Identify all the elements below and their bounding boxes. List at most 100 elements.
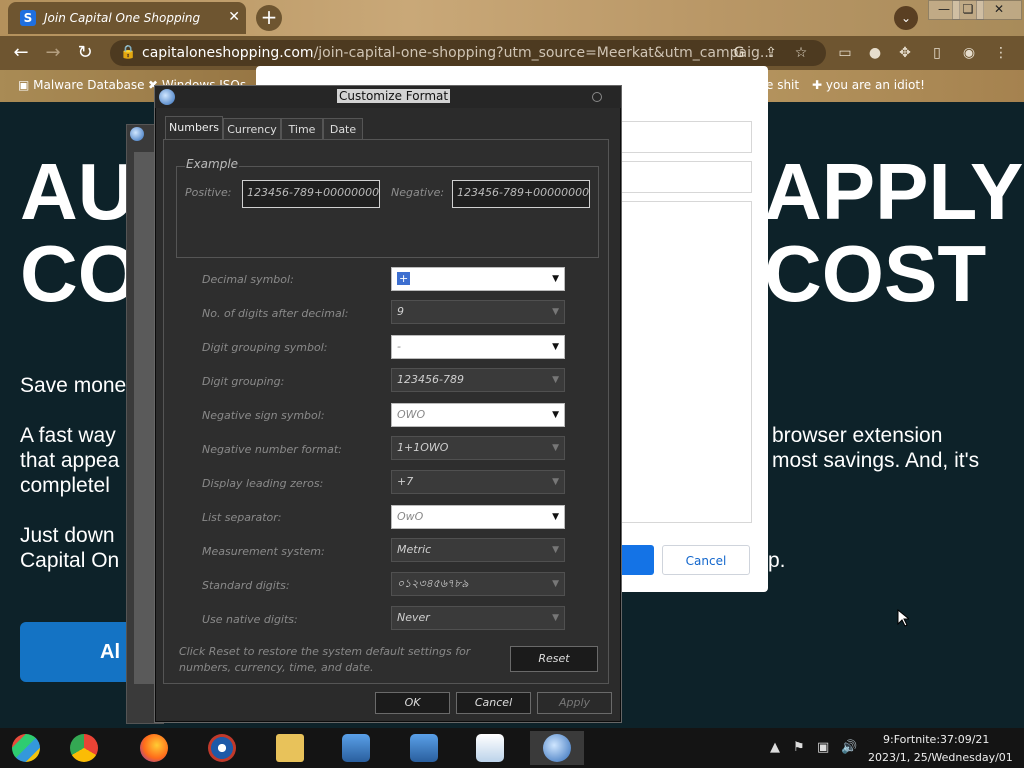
digit-grouping-label: Digit grouping:: [202, 375, 285, 388]
digit-grouping-combo[interactable]: 123456-789 ▼: [391, 368, 565, 392]
modal-field-1[interactable]: [620, 121, 752, 153]
standard-digits-label: Standard digits:: [202, 579, 290, 592]
tab-time[interactable]: Time: [281, 118, 323, 140]
negative-number-format-combo[interactable]: 1+1OWO ▼: [391, 436, 565, 460]
negative-label: Negative:: [391, 186, 445, 199]
bookmark-malware-database[interactable]: ▣ Malware Database: [18, 78, 145, 92]
puzzle-icon[interactable]: ✥: [894, 42, 916, 64]
text-browser-extension: browser extension: [772, 424, 943, 447]
mouse-cursor-icon: [897, 609, 909, 627]
obama-icon[interactable]: [202, 731, 242, 765]
cancel-button[interactable]: Cancel: [456, 692, 531, 714]
tab-currency[interactable]: Currency: [223, 118, 281, 140]
measurement-system-combo[interactable]: Metric ▼: [391, 538, 565, 562]
google-icon[interactable]: G: [728, 42, 750, 64]
list-separator-combo[interactable]: OwO ▼: [391, 505, 565, 529]
modal-field-2[interactable]: [620, 161, 752, 193]
modal-submit-button[interactable]: [620, 545, 654, 575]
back-icon[interactable]: ←: [10, 43, 32, 63]
chevron-down-icon: ▼: [552, 342, 559, 352]
profile-extension-icon[interactable]: ●: [864, 42, 886, 64]
decimal-symbol-label: Decimal symbol:: [202, 273, 294, 286]
bookmark-you-are-an-idiot[interactable]: ✚ you are an idiot!: [812, 78, 925, 92]
close-window-button[interactable]: ✕: [976, 0, 1022, 20]
digits-after-decimal-combo[interactable]: 9 ▼: [391, 300, 565, 324]
positive-example-field: 123456-789+000000000: [242, 180, 380, 208]
new-tab-button[interactable]: +: [256, 5, 282, 31]
lock-icon[interactable]: 🔒: [120, 45, 136, 60]
chrome-icon[interactable]: [64, 731, 104, 765]
chevron-down-icon: ▼: [552, 375, 559, 385]
folder-icon[interactable]: [270, 731, 310, 765]
negative-example-field: 123456-789+000000000: [452, 180, 590, 208]
chevron-down-icon: ▼: [552, 512, 559, 522]
share-icon[interactable]: ⇪: [760, 42, 782, 64]
capital-one-shopping-icon: S: [20, 10, 36, 26]
firefox-icon[interactable]: [134, 731, 174, 765]
measurement-system-label: Measurement system:: [202, 545, 325, 558]
text-fast: A fast way: [20, 424, 116, 447]
digit-grouping-symbol-combo[interactable]: - ▼: [391, 335, 565, 359]
browser-tab[interactable]: S Join Capital One Shopping ✕: [8, 2, 246, 34]
decimal-symbol-combo[interactable]: + ▼: [391, 267, 565, 291]
flag-icon[interactable]: ⚑: [793, 740, 805, 755]
url-text[interactable]: capitaloneshopping.com/join-capital-one-…: [142, 45, 773, 61]
standard-digits-combo[interactable]: ০১২৩৪৫৬৭৮৯ ▼: [391, 572, 565, 596]
control-panel-icon-2[interactable]: [404, 731, 444, 765]
start-button[interactable]: [6, 731, 46, 765]
chevron-up-icon[interactable]: ▲: [770, 740, 780, 755]
globe-icon: [130, 127, 144, 141]
menu-icon[interactable]: ⋮: [990, 42, 1012, 64]
tab-title: Join Capital One Shopping: [44, 11, 201, 25]
bookmark-shit[interactable]: e shit: [766, 78, 799, 92]
date-time-icon[interactable]: [470, 731, 510, 765]
sidebar-icon[interactable]: ▯: [926, 42, 948, 64]
text-most-savings: most savings. And, it's: [772, 449, 980, 472]
hero-right-line2: COST: [764, 229, 987, 318]
hero-left-line2: CO: [20, 229, 140, 318]
close-tab-icon[interactable]: ✕: [228, 9, 240, 25]
digits-after-decimal-label: No. of digits after decimal:: [202, 307, 349, 320]
close-icon[interactable]: [592, 92, 602, 102]
text-download: Just down: [20, 524, 115, 547]
modal-textarea[interactable]: [620, 201, 752, 523]
control-panel-icon[interactable]: [336, 731, 376, 765]
chevron-down-icon: ▼: [552, 613, 559, 623]
chevron-down-icon: ▼: [552, 443, 559, 453]
volume-icon[interactable]: 🔊: [841, 740, 857, 755]
star-icon[interactable]: ☆: [790, 42, 812, 64]
tab-numbers[interactable]: Numbers: [165, 116, 223, 141]
chevron-down-icon[interactable]: ⌄: [894, 6, 918, 30]
hero-left-line1: AU: [20, 147, 136, 236]
use-native-digits-combo[interactable]: Never ▼: [391, 606, 565, 630]
reset-note: Click Reset to restore the system defaul…: [179, 645, 471, 674]
apply-button[interactable]: Apply: [537, 692, 612, 714]
chevron-down-icon: ▼: [552, 307, 559, 317]
globe-icon: [159, 89, 175, 105]
display-leading-zeros-combo[interactable]: +7 ▼: [391, 470, 565, 494]
dialog-title: Customize Format: [337, 89, 451, 103]
subtitle-save: Save mone: [20, 374, 127, 397]
negative-sign-symbol-label: Negative sign symbol:: [202, 409, 325, 422]
forward-icon[interactable]: →: [42, 43, 64, 63]
chevron-down-icon: ▼: [552, 274, 559, 284]
reload-icon[interactable]: ↻: [74, 43, 96, 63]
tab-date[interactable]: Date: [323, 118, 363, 140]
ok-button[interactable]: OK: [375, 692, 450, 714]
negative-number-format-label: Negative number format:: [202, 443, 342, 456]
avatar-icon[interactable]: ◉: [958, 42, 980, 64]
chevron-down-icon: ▼: [552, 545, 559, 555]
text-appear: that appea: [20, 449, 120, 472]
negative-sign-symbol-combo[interactable]: OWO ▼: [391, 403, 565, 427]
region-settings-icon[interactable]: [530, 731, 584, 765]
modal-cancel-button[interactable]: Cancel: [662, 545, 750, 575]
flag-extension-icon[interactable]: ▭: [834, 42, 856, 64]
reset-button[interactable]: Reset: [510, 646, 598, 672]
clock-time[interactable]: 9:Fortnite:37:09/21: [883, 733, 989, 746]
clock-date[interactable]: 2023/1, 25/Wednesday/01: [868, 751, 1013, 764]
network-icon[interactable]: ▣: [817, 740, 829, 755]
display-leading-zeros-label: Display leading zeros:: [202, 477, 324, 490]
text-complete: completel: [20, 474, 110, 497]
positive-label: Positive:: [185, 186, 232, 199]
hero-right-line1: APPLY: [764, 147, 1024, 236]
